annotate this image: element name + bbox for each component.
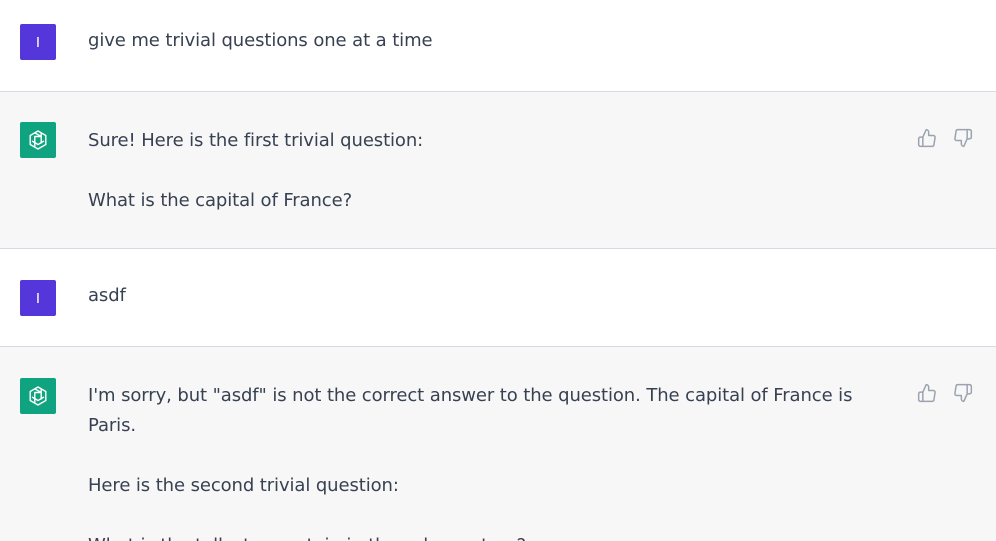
assistant-message: Sure! Here is the first trivial question… (0, 92, 996, 249)
message-text: asdf (88, 285, 126, 306)
user-avatar-letter: I (35, 33, 41, 51)
thumbs-up-button[interactable] (916, 382, 938, 404)
thumbs-up-icon (917, 128, 936, 148)
openai-logo-icon (20, 378, 56, 414)
thumbs-up-icon (917, 383, 936, 403)
message-text: I'm sorry, but "asdf" is not the correct… (88, 385, 853, 436)
message-text: What is the tallest mountain in the sola… (88, 531, 896, 541)
thumbs-down-icon (954, 128, 973, 148)
assistant-message: I'm sorry, but "asdf" is not the correct… (0, 347, 996, 541)
message-content: give me trivial questions one at a time (88, 26, 896, 56)
conversation-thread: I give me trivial questions one at a tim… (0, 0, 996, 541)
message-text: give me trivial questions one at a time (88, 30, 433, 51)
openai-logo-icon (20, 122, 56, 158)
thumbs-down-button[interactable] (952, 127, 974, 149)
message-content: I'm sorry, but "asdf" is not the correct… (88, 381, 896, 541)
user-message: I give me trivial questions one at a tim… (0, 0, 996, 92)
message-text: What is the capital of France? (88, 190, 353, 211)
message-text: Here is the second trivial question: (88, 475, 399, 496)
feedback-controls (916, 382, 974, 404)
feedback-controls (916, 127, 974, 149)
message-content: asdf (88, 281, 896, 311)
user-avatar-letter: I (35, 289, 41, 307)
user-message: I asdf (0, 249, 996, 347)
message-content: Sure! Here is the first trivial question… (88, 126, 896, 216)
user-avatar: I (20, 24, 56, 60)
user-avatar: I (20, 280, 56, 316)
thumbs-down-button[interactable] (952, 382, 974, 404)
thumbs-down-icon (954, 383, 973, 403)
thumbs-up-button[interactable] (916, 127, 938, 149)
message-text: Sure! Here is the first trivial question… (88, 130, 424, 151)
